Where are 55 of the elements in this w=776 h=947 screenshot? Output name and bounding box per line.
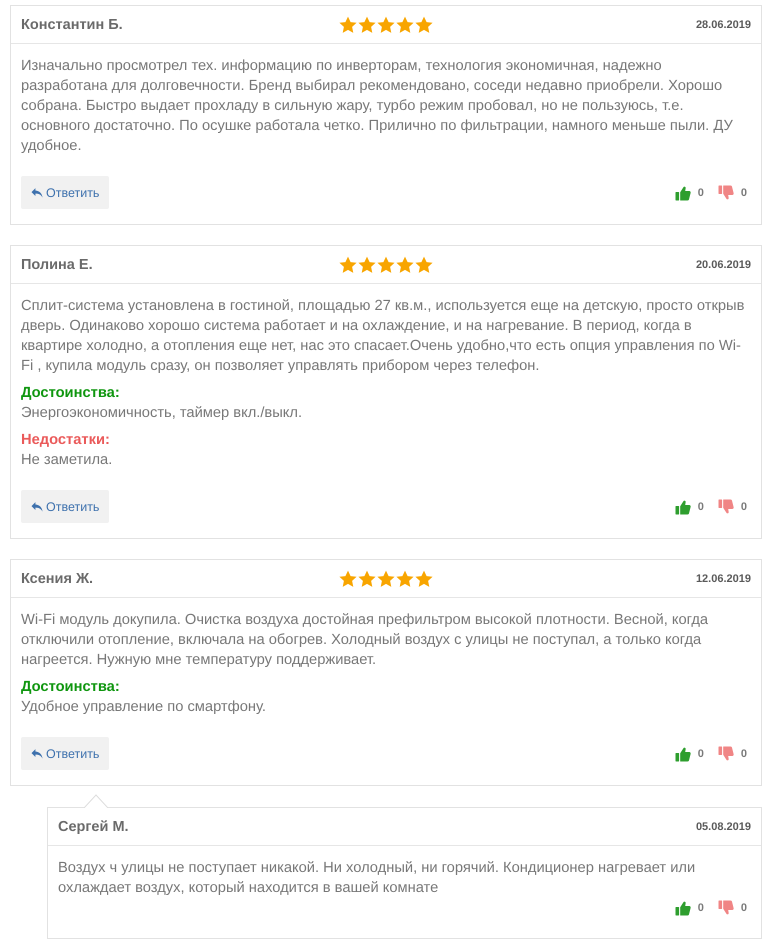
like-button[interactable]: 0	[674, 184, 704, 200]
author-name: Полина Е.	[21, 256, 93, 272]
pros-text: Удобное управление по смартфону.	[21, 698, 267, 717]
thumbs-up-icon	[674, 498, 691, 514]
review-date: 12.06.2019	[696, 572, 751, 584]
star-icon	[358, 570, 376, 588]
reply-text: Воздух ч улицы не поступает никакой. Ни холодный, ни горячий. Кондиционер нагревает или охлаждает воздух, который находится в вашей комнате	[58, 859, 696, 898]
star-icon	[377, 256, 395, 274]
dislike-button[interactable]: 0	[718, 498, 747, 514]
star-icon	[377, 570, 395, 588]
reply-arrow-icon	[31, 501, 43, 512]
thumbs-down-icon	[718, 498, 734, 514]
star-icon	[396, 570, 414, 588]
author-name: Константин Б.	[21, 16, 123, 32]
pros-text: Энергоэкономичность, таймер вкл./выкл.	[21, 404, 304, 423]
star-icon	[358, 256, 376, 274]
star-icon	[339, 16, 357, 34]
thumbs-up-icon	[674, 184, 691, 200]
star-icon	[396, 16, 414, 34]
pros-label: Достоинства:	[21, 384, 121, 403]
star-icon	[377, 16, 395, 34]
thumbs-up-icon	[674, 746, 691, 762]
cons-label: Недостатки:	[21, 431, 111, 450]
review-date: 20.06.2019	[696, 258, 751, 270]
thumbs-down-icon	[718, 900, 734, 916]
author-name: Ксения Ж.	[21, 570, 94, 586]
star-icon	[358, 16, 376, 34]
cons-text: Не заметила.	[21, 451, 114, 470]
dislike-button[interactable]: 0	[718, 900, 747, 916]
like-button[interactable]: 0	[674, 746, 704, 762]
star-icon	[339, 256, 357, 274]
reply-button[interactable]: Ответить	[21, 176, 110, 209]
reply-button[interactable]: Ответить	[21, 490, 110, 523]
dislike-button[interactable]: 0	[718, 746, 747, 762]
review-date: 05.08.2019	[696, 820, 751, 832]
like-button[interactable]: 0	[674, 900, 704, 916]
thumbs-down-icon	[718, 184, 734, 200]
reply-button[interactable]: Ответить	[21, 737, 110, 770]
dislike-button[interactable]: 0	[718, 184, 747, 200]
review-date: 28.06.2019	[696, 18, 751, 30]
pros-label: Достоинства:	[21, 678, 121, 697]
star-icon	[415, 570, 433, 588]
review-text: Изначально просмотрел тех. информацию по инверторам, технология экономичная, надежно разработана для долговечности. Бренд выбирал рекомендовано, соседи недавно приобрели. Хорошо собрана. Быстро выдает прохладу в сильную жару, турбо режим пробовал, но не пользуюсь, т.е. основного достаточно. По осушке работала четко. Прилично по фильтрации, намного меньше пыли. ДУ удобное.	[21, 57, 734, 156]
review-text: Wi-Fi модуль докупила. Очистка воздуха достойная префильтром высокой плотности. Весной, когда отключили отопление, включала на обогрев. Холодный воздух с улицы не поступал, а только когда нагреется. Нужную мне температуру поддерживает.	[21, 611, 710, 670]
star-icon	[415, 256, 433, 274]
reply-arrow-icon	[31, 748, 43, 759]
author-name: Сергей М.	[58, 818, 129, 834]
review-text: Сплит-система установлена в гостиной, площадью 27 кв.м., используется еще на детскую, просто открыв дверь. Одинаково хорошо система работает и на охлаждение, и на нагревание. В период, когда в квартире холодно, а отопления еще нет, нас это спасает.Очень удобно,что есть опция управления по Wi-Fi , купила модуль сразу, он позволяет управлять прибором через телефон.	[21, 297, 746, 376]
star-icon	[396, 256, 414, 274]
star-icon	[415, 16, 433, 34]
thumbs-up-icon	[674, 900, 691, 916]
star-icon	[339, 570, 357, 588]
reply-arrow-icon	[31, 187, 43, 198]
thumbs-down-icon	[718, 746, 734, 762]
like-button[interactable]: 0	[674, 498, 704, 514]
